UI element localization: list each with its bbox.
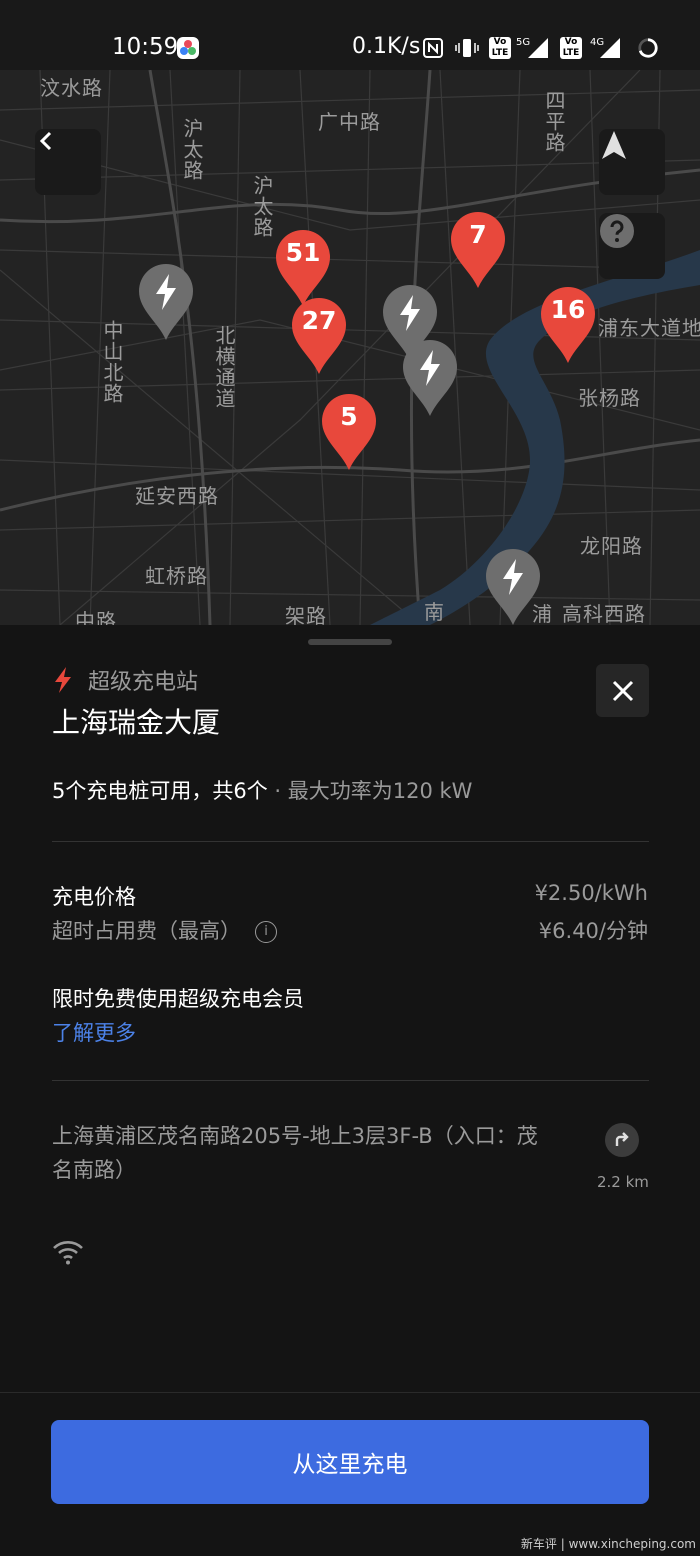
question-icon <box>600 214 634 248</box>
close-button[interactable] <box>596 664 649 717</box>
status-time: 10:59 <box>112 34 179 60</box>
membership-label: 限时免费使用超级充电会员 <box>52 987 304 1011</box>
cluster-count: 27 <box>301 306 337 335</box>
cluster-pin[interactable]: 16 <box>539 285 597 363</box>
directions-button[interactable] <box>605 1123 639 1157</box>
map-road-label: 浦东大道地 <box>598 316 700 340</box>
supercharger-pin[interactable] <box>137 262 195 340</box>
map-pin-icon <box>139 264 193 340</box>
close-icon <box>612 680 633 701</box>
max-power: · 最大功率为120 kW <box>267 779 473 803</box>
divider <box>52 841 649 842</box>
chevron-left-icon <box>39 131 52 151</box>
cluster-pin[interactable]: 51 <box>274 228 332 306</box>
map-road-label: 汶水路 <box>40 76 103 100</box>
station-name: 上海瑞金大厦 <box>52 706 221 739</box>
signal-strength-icon <box>528 38 548 58</box>
footer-divider <box>0 1392 700 1393</box>
status-bar: 10:59 0.1K/s Vo LTE 5G Vo LTE 4G <box>0 0 700 70</box>
map-road-label: 沪太路 <box>180 118 204 181</box>
idle-fee-label: 超时占用费（最高） <box>52 919 241 943</box>
cluster-count: 7 <box>469 220 487 249</box>
vibrate-icon <box>455 39 479 57</box>
battery-ring-icon <box>638 38 658 58</box>
back-button[interactable] <box>35 129 101 195</box>
cluster-pin[interactable]: 7 <box>449 210 507 288</box>
map-road-label: 北横通道 <box>212 325 236 409</box>
charge-here-button[interactable]: 从这里充电 <box>51 1420 649 1504</box>
map-road-label: 龙阳路 <box>580 534 643 558</box>
map-view[interactable]: 汶水路 广中路 四平路 沪太路 沪太路 中山北路 北横通道 浦东大道地 张杨路 … <box>0 70 700 625</box>
price-value: ¥2.50/kWh <box>534 881 648 905</box>
map-road-label: 四平路 <box>542 90 566 153</box>
volte-icon-2: Vo LTE <box>560 37 582 59</box>
recenter-button[interactable] <box>599 129 665 195</box>
map-road-label: 延安西路 <box>135 484 219 508</box>
map-road-label: 高科西路 <box>562 602 646 625</box>
learn-more-link[interactable]: 了解更多 <box>52 1017 136 1047</box>
cluster-pin[interactable]: 27 <box>290 296 348 374</box>
map-road-label: 南 <box>424 600 445 624</box>
watermark: 新车评 | www.xincheping.com <box>520 1537 696 1551</box>
map-road-label: 张杨路 <box>578 386 641 410</box>
supercharger-pin[interactable] <box>401 338 459 416</box>
volte-icon: Vo LTE <box>489 37 511 59</box>
station-type-label: 超级充电站 <box>88 670 199 695</box>
idle-fee-value: ¥6.40/分钟 <box>538 919 648 943</box>
availability-row: 5个充电桩可用，共6个 · 最大功率为120 kW <box>52 775 472 805</box>
map-pin-icon <box>403 340 457 416</box>
idle-fee-row: 超时占用费（最高） i <box>52 915 277 945</box>
map-road-label: 中路 <box>75 609 117 625</box>
cluster-count: 16 <box>550 295 586 324</box>
lightning-bolt-icon <box>55 667 71 693</box>
network-speed: 0.1K/s <box>352 34 421 59</box>
navigation-arrow-icon <box>602 131 626 159</box>
turn-right-arrow-icon <box>615 1132 629 1146</box>
supercharger-pin[interactable] <box>484 547 542 625</box>
map-road-label: 沪太路 <box>250 175 274 238</box>
wifi-icon <box>53 1241 83 1265</box>
distance: 2.2 km <box>597 1173 649 1191</box>
cluster-count: 51 <box>285 238 321 267</box>
map-road-label: 广中路 <box>318 110 381 134</box>
map-road-label: 虹桥路 <box>145 564 208 588</box>
divider <box>52 1080 649 1081</box>
map-road-label: 中山北路 <box>100 320 124 404</box>
price-label: 充电价格 <box>52 885 136 909</box>
sheet-drag-handle[interactable] <box>308 639 392 645</box>
station-address: 上海黄浦区茂名南路205号-地上3层3F-B（入口：茂名南路） <box>52 1124 538 1182</box>
cluster-count: 5 <box>340 402 358 431</box>
station-type-row: 超级充电站 <box>52 665 198 695</box>
nfc-icon <box>423 38 443 58</box>
signal-strength-icon-2 <box>600 38 620 58</box>
info-icon[interactable]: i <box>255 921 277 943</box>
stall-availability: 5个充电桩可用，共6个 <box>52 779 268 803</box>
map-pin-icon <box>486 549 540 625</box>
cluster-pin[interactable]: 5 <box>320 392 378 470</box>
app-notification-icon <box>177 37 199 59</box>
map-road-label: 架路 <box>285 604 327 625</box>
help-button[interactable] <box>599 213 665 279</box>
station-detail-sheet: 超级充电站 上海瑞金大厦 5个充电桩可用，共6个 · 最大功率为120 kW 充… <box>0 625 700 1556</box>
